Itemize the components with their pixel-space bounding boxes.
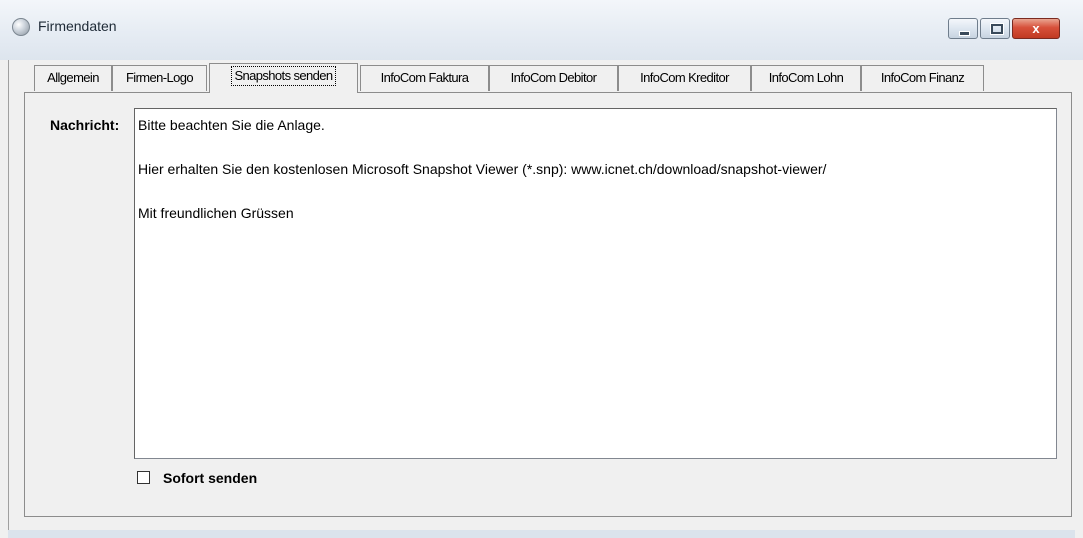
window-title: Firmendaten: [38, 18, 117, 34]
tab-infocom-finanz[interactable]: InfoCom Finanz: [861, 65, 984, 91]
tab-firmen-logo[interactable]: Firmen-Logo: [112, 65, 207, 91]
minimize-icon: [959, 31, 970, 36]
tab-infocom-kreditor[interactable]: InfoCom Kreditor: [618, 65, 751, 91]
tab-allgemein[interactable]: Allgemein: [34, 65, 112, 91]
tab-label: InfoCom Kreditor: [640, 70, 729, 85]
tab-label: Snapshots senden: [231, 66, 336, 86]
firmendaten-window: Firmendaten x Allgemein Firmen-Logo Snap…: [0, 0, 1083, 538]
title-bar[interactable]: Firmendaten x: [0, 0, 1083, 60]
app-orb-icon[interactable]: [12, 18, 30, 36]
close-icon: x: [1032, 21, 1040, 36]
window-bottom-frame: [8, 530, 1075, 538]
tab-infocom-debitor[interactable]: InfoCom Debitor: [489, 65, 618, 91]
tab-label: InfoCom Debitor: [510, 70, 597, 85]
tab-snapshots-senden[interactable]: Snapshots senden: [209, 63, 358, 93]
minimize-button[interactable]: [948, 18, 978, 39]
close-button[interactable]: x: [1012, 18, 1060, 39]
tab-label: InfoCom Lohn: [768, 70, 844, 85]
send-now-label[interactable]: Sofort senden: [163, 470, 257, 486]
tab-label: Allgemein: [47, 70, 99, 85]
tab-label: InfoCom Finanz: [880, 70, 965, 85]
maximize-button[interactable]: [980, 18, 1010, 39]
tab-label: Firmen-Logo: [125, 70, 194, 85]
message-line: Mit freundlichen Grüssen: [138, 205, 294, 221]
message-line: Hier erhalten Sie den kostenlosen Micros…: [138, 161, 827, 177]
send-now-checkbox[interactable]: [137, 471, 150, 484]
maximize-icon: [991, 24, 1003, 34]
tab-label: InfoCom Faktura: [380, 70, 469, 85]
message-label: Nachricht:: [50, 117, 120, 133]
tab-infocom-faktura[interactable]: InfoCom Faktura: [360, 65, 489, 91]
message-line: Bitte beachten Sie die Anlage.: [138, 117, 325, 133]
tab-infocom-lohn[interactable]: InfoCom Lohn: [751, 65, 861, 91]
message-textarea[interactable]: Bitte beachten Sie die Anlage. Hier erha…: [134, 108, 1057, 459]
